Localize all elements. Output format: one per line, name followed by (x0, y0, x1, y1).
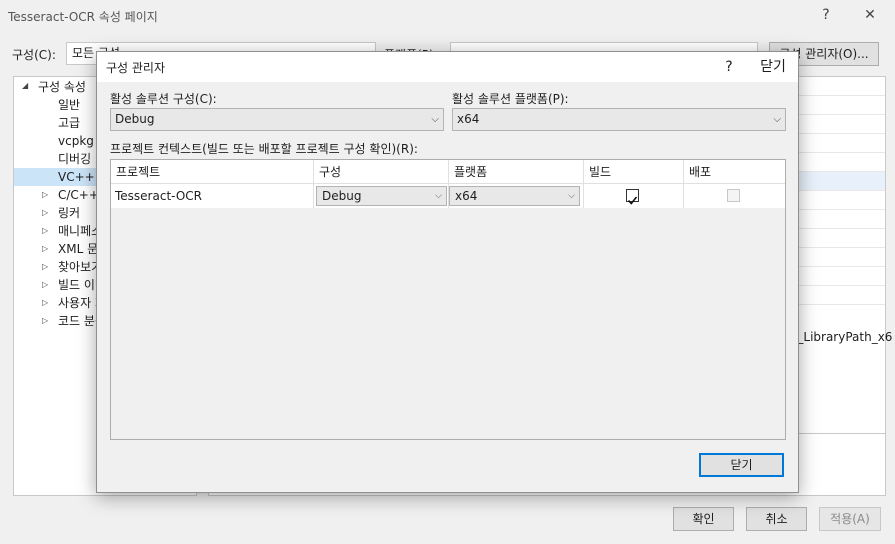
active-platform-select[interactable]: x64 ⌵ (452, 108, 786, 131)
column-header-platform[interactable]: 플랫폼 (449, 160, 584, 184)
config-cell: Debug ⌵ (314, 184, 449, 208)
collapsed-icon[interactable]: ▷ (42, 294, 48, 312)
deploy-checkbox[interactable] (727, 189, 740, 202)
collapsed-icon[interactable]: ▷ (42, 312, 48, 330)
table-row[interactable]: Tesseract-OCR Debug ⌵ x64 ⌵ (111, 184, 785, 208)
chevron-down-icon: ⌵ (568, 191, 575, 201)
project-name-cell: Tesseract-OCR (111, 184, 314, 208)
project-context-grid[interactable]: 프로젝트 구성 플랫폼 빌드 배포 Tesseract-OCR Debug ⌵ … (110, 159, 786, 440)
grid-header: 프로젝트 구성 플랫폼 빌드 배포 (111, 160, 785, 184)
chevron-down-icon: ⌵ (435, 191, 442, 201)
column-header-deploy[interactable]: 배포 (684, 160, 785, 184)
project-context-label: 프로젝트 컨텍스트(빌드 또는 배포할 프로젝트 구성 확인)(R): (110, 142, 418, 156)
collapsed-icon[interactable]: ▷ (42, 186, 48, 204)
column-header-build[interactable]: 빌드 (584, 160, 684, 184)
dialog-close-button[interactable]: 닫기 (699, 453, 784, 477)
dialog-close-icon[interactable]: 닫기 (759, 56, 787, 78)
dialog-titlebar: 구성 관리자 ? 닫기 (97, 52, 798, 82)
platform-cell: x64 ⌵ (449, 184, 584, 208)
active-config-value: Debug (115, 112, 155, 126)
build-checkbox[interactable] (626, 189, 639, 205)
row-config-select[interactable]: Debug ⌵ (316, 186, 447, 206)
row-platform-value: x64 (455, 189, 478, 203)
collapsed-icon[interactable]: ▷ (42, 276, 48, 294)
row-platform-select[interactable]: x64 ⌵ (449, 186, 580, 206)
active-platform-value: x64 (457, 112, 480, 126)
chevron-down-icon: ⌵ (431, 114, 439, 125)
library-path-text: C_LibraryPath_x6 (789, 330, 893, 344)
active-platform-label: 활성 솔루션 플랫폼(P): (452, 92, 569, 106)
collapsed-icon[interactable]: ▷ (42, 222, 48, 240)
ok-button[interactable]: 확인 (673, 507, 734, 531)
active-config-select[interactable]: Debug ⌵ (110, 108, 444, 131)
deploy-cell (684, 184, 785, 208)
column-header-config[interactable]: 구성 (314, 160, 449, 184)
config-label: 구성(C): (12, 48, 56, 62)
build-cell (584, 184, 684, 208)
row-config-value: Debug (322, 189, 362, 203)
collapsed-icon[interactable]: ▷ (42, 204, 48, 222)
collapsed-icon[interactable]: ▷ (42, 240, 48, 258)
help-button[interactable]: ? (812, 4, 840, 26)
dialog-help-button[interactable]: ? (715, 56, 743, 78)
checkmark-icon (627, 196, 638, 205)
collapsed-icon[interactable]: ▷ (42, 258, 48, 276)
close-button[interactable]: ✕ (856, 4, 884, 26)
column-header-project[interactable]: 프로젝트 (111, 160, 314, 184)
config-manager-dialog: 구성 관리자 ? 닫기 활성 솔루션 구성(C): Debug ⌵ 활성 솔루션… (96, 51, 799, 493)
dialog-title: 구성 관리자 (106, 61, 166, 75)
apply-button[interactable]: 적용(A) (819, 507, 881, 531)
window-title: Tesseract-OCR 속성 페이지 (8, 10, 158, 24)
active-config-label: 활성 솔루션 구성(C): (110, 92, 217, 106)
cancel-button[interactable]: 취소 (746, 507, 807, 531)
chevron-down-icon: ⌵ (773, 114, 781, 125)
